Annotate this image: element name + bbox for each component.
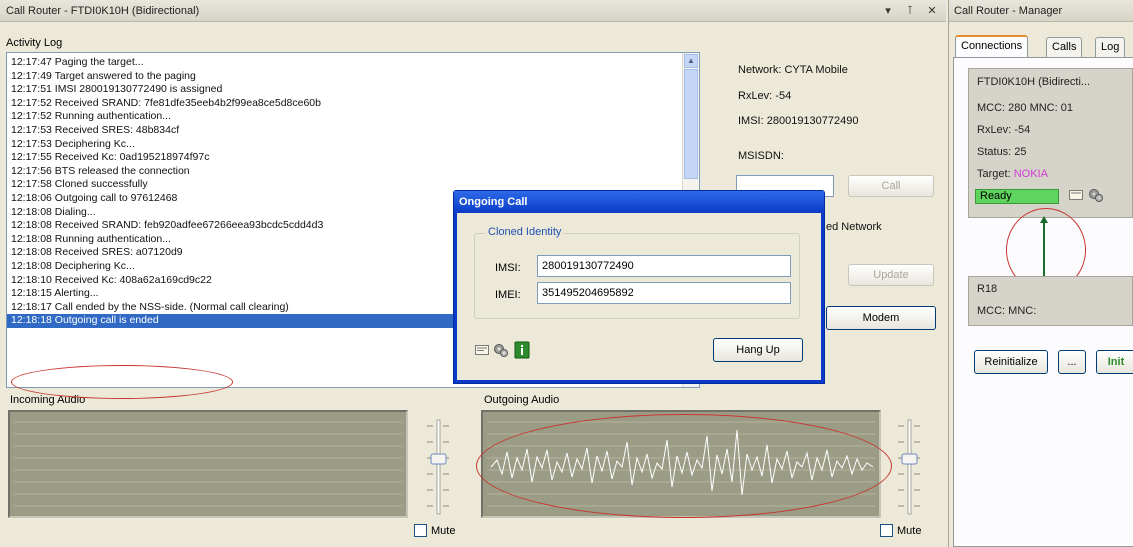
ongoing-call-dialog: Ongoing Call Cloned Identity IMSI: IMEI:… <box>453 190 825 384</box>
reinitialize-button[interactable]: Reinitialize <box>974 350 1048 374</box>
device-mcc-mnc: MCC: 280 MNC: 01 <box>977 102 1073 114</box>
msisdn-label: MSISDN: <box>738 150 784 162</box>
dialog-body: Cloned Identity IMSI: IMEI: Hang Up <box>457 213 821 380</box>
tab-calls[interactable]: Calls <box>1046 37 1083 57</box>
activity-log-label: Activity Log <box>6 37 63 49</box>
log-row[interactable]: 12:17:56 BTS released the connection <box>7 165 682 179</box>
close-icon[interactable]: ✕ <box>924 4 940 17</box>
ready-status-bar: Ready <box>975 189 1059 204</box>
scroll-thumb[interactable] <box>684 69 698 179</box>
device-name-2: R18 <box>977 283 998 295</box>
cloned-identity-label: Cloned Identity <box>485 226 565 238</box>
gears-icon[interactable] <box>493 342 509 358</box>
used-network-label: ed Network <box>826 221 882 233</box>
checkbox-box[interactable] <box>414 524 427 537</box>
outgoing-volume-slider[interactable] <box>894 412 924 522</box>
call-button[interactable]: Call <box>848 175 934 197</box>
cloned-identity-group: Cloned Identity IMSI: IMEI: <box>474 226 800 319</box>
mute-label: Mute <box>897 524 922 537</box>
device-name: FTDI0K10H (Bidirecti... <box>977 76 1091 88</box>
network-name: Network: CYTA Mobile <box>738 64 848 76</box>
gears-icon[interactable] <box>1088 187 1104 203</box>
init-button[interactable]: Init <box>1096 350 1133 374</box>
update-button[interactable]: Update <box>848 264 934 286</box>
init-button-clip: Init <box>1096 350 1133 374</box>
incoming-audio-grid <box>14 421 402 507</box>
incoming-mute-checkbox[interactable]: Mute <box>414 524 455 537</box>
main-title: Call Router - FTDI0K10H (Bidirectional) <box>6 4 200 17</box>
annotation-ellipse-log <box>11 365 233 399</box>
log-row[interactable]: 12:17:51 IMSI 280019130772490 is assigne… <box>7 83 682 97</box>
device-status: Status: 25 <box>977 146 1027 158</box>
card-icon[interactable] <box>1069 189 1083 201</box>
pin-icon[interactable]: ⊺ <box>902 4 918 17</box>
modem-button[interactable]: Modem <box>826 306 936 330</box>
target-label: Target: <box>977 168 1011 180</box>
card-icon[interactable] <box>475 344 489 356</box>
log-row[interactable]: 12:17:52 Running authentication... <box>7 110 682 124</box>
dialog-title: Ongoing Call <box>454 191 824 213</box>
more-options-button[interactable]: ... <box>1058 350 1086 374</box>
network-imsi: IMSI: 280019130772490 <box>738 115 859 127</box>
log-row[interactable]: 12:17:55 Received Kc: 0ad195218974f97c <box>7 151 682 165</box>
tab-connections[interactable]: Connections <box>955 35 1029 58</box>
pin-dropdown-icon[interactable]: ▾ <box>880 4 896 17</box>
device-rxlev: RxLev: -54 <box>977 124 1031 136</box>
dialog-imei-label: IMEI: <box>495 289 521 301</box>
connection-card-1[interactable]: FTDI0K10H (Bidirecti... MCC: 280 MNC: 01… <box>968 68 1133 218</box>
outgoing-mute-checkbox[interactable]: Mute <box>880 524 921 537</box>
device-target: Target: NOKIA <box>977 168 1048 180</box>
log-row[interactable]: 12:17:53 Received SRES: 48b834cf <box>7 124 682 138</box>
checkbox-box[interactable] <box>880 524 893 537</box>
incoming-volume-slider[interactable] <box>423 412 453 522</box>
log-row[interactable]: 12:17:47 Paging the target... <box>7 56 682 70</box>
dialog-imei-field[interactable] <box>537 282 791 304</box>
outgoing-audio-label: Outgoing Audio <box>484 394 560 406</box>
manager-title: Call Router - Manager <box>954 4 1063 17</box>
main-titlebar: Call Router - FTDI0K10H (Bidirectional) … <box>0 0 946 22</box>
connection-card-2[interactable]: R18 MCC: MNC: <box>968 276 1133 326</box>
network-rxlev: RxLev: -54 <box>738 90 792 102</box>
device-mcc-mnc-2: MCC: MNC: <box>977 305 1037 317</box>
manager-titlebar: Call Router - Manager <box>949 0 1133 22</box>
connections-page: FTDI0K10H (Bidirecti... MCC: 280 MNC: 01… <box>953 57 1133 547</box>
log-row[interactable]: 12:17:52 Received SRAND: 7fe81dfe35eeb4b… <box>7 97 682 111</box>
hang-up-button[interactable]: Hang Up <box>713 338 803 362</box>
annotation-ellipse-outgoing <box>476 414 892 518</box>
target-value: NOKIA <box>1013 168 1048 180</box>
log-row[interactable]: 12:17:49 Target answered to the paging <box>7 70 682 84</box>
mute-label: Mute <box>431 524 456 537</box>
log-row[interactable]: 12:17:53 Deciphering Kc... <box>7 138 682 152</box>
scroll-up-icon[interactable]: ▲ <box>684 54 698 68</box>
dialog-imsi-field[interactable] <box>537 255 791 277</box>
manager-panel: Call Router - Manager Connections Calls … <box>948 0 1133 547</box>
dialog-imsi-label: IMSI: <box>495 262 521 274</box>
incoming-audio-scope <box>8 410 408 518</box>
info-icon[interactable] <box>514 341 530 359</box>
tab-log[interactable]: Log <box>1095 37 1126 57</box>
